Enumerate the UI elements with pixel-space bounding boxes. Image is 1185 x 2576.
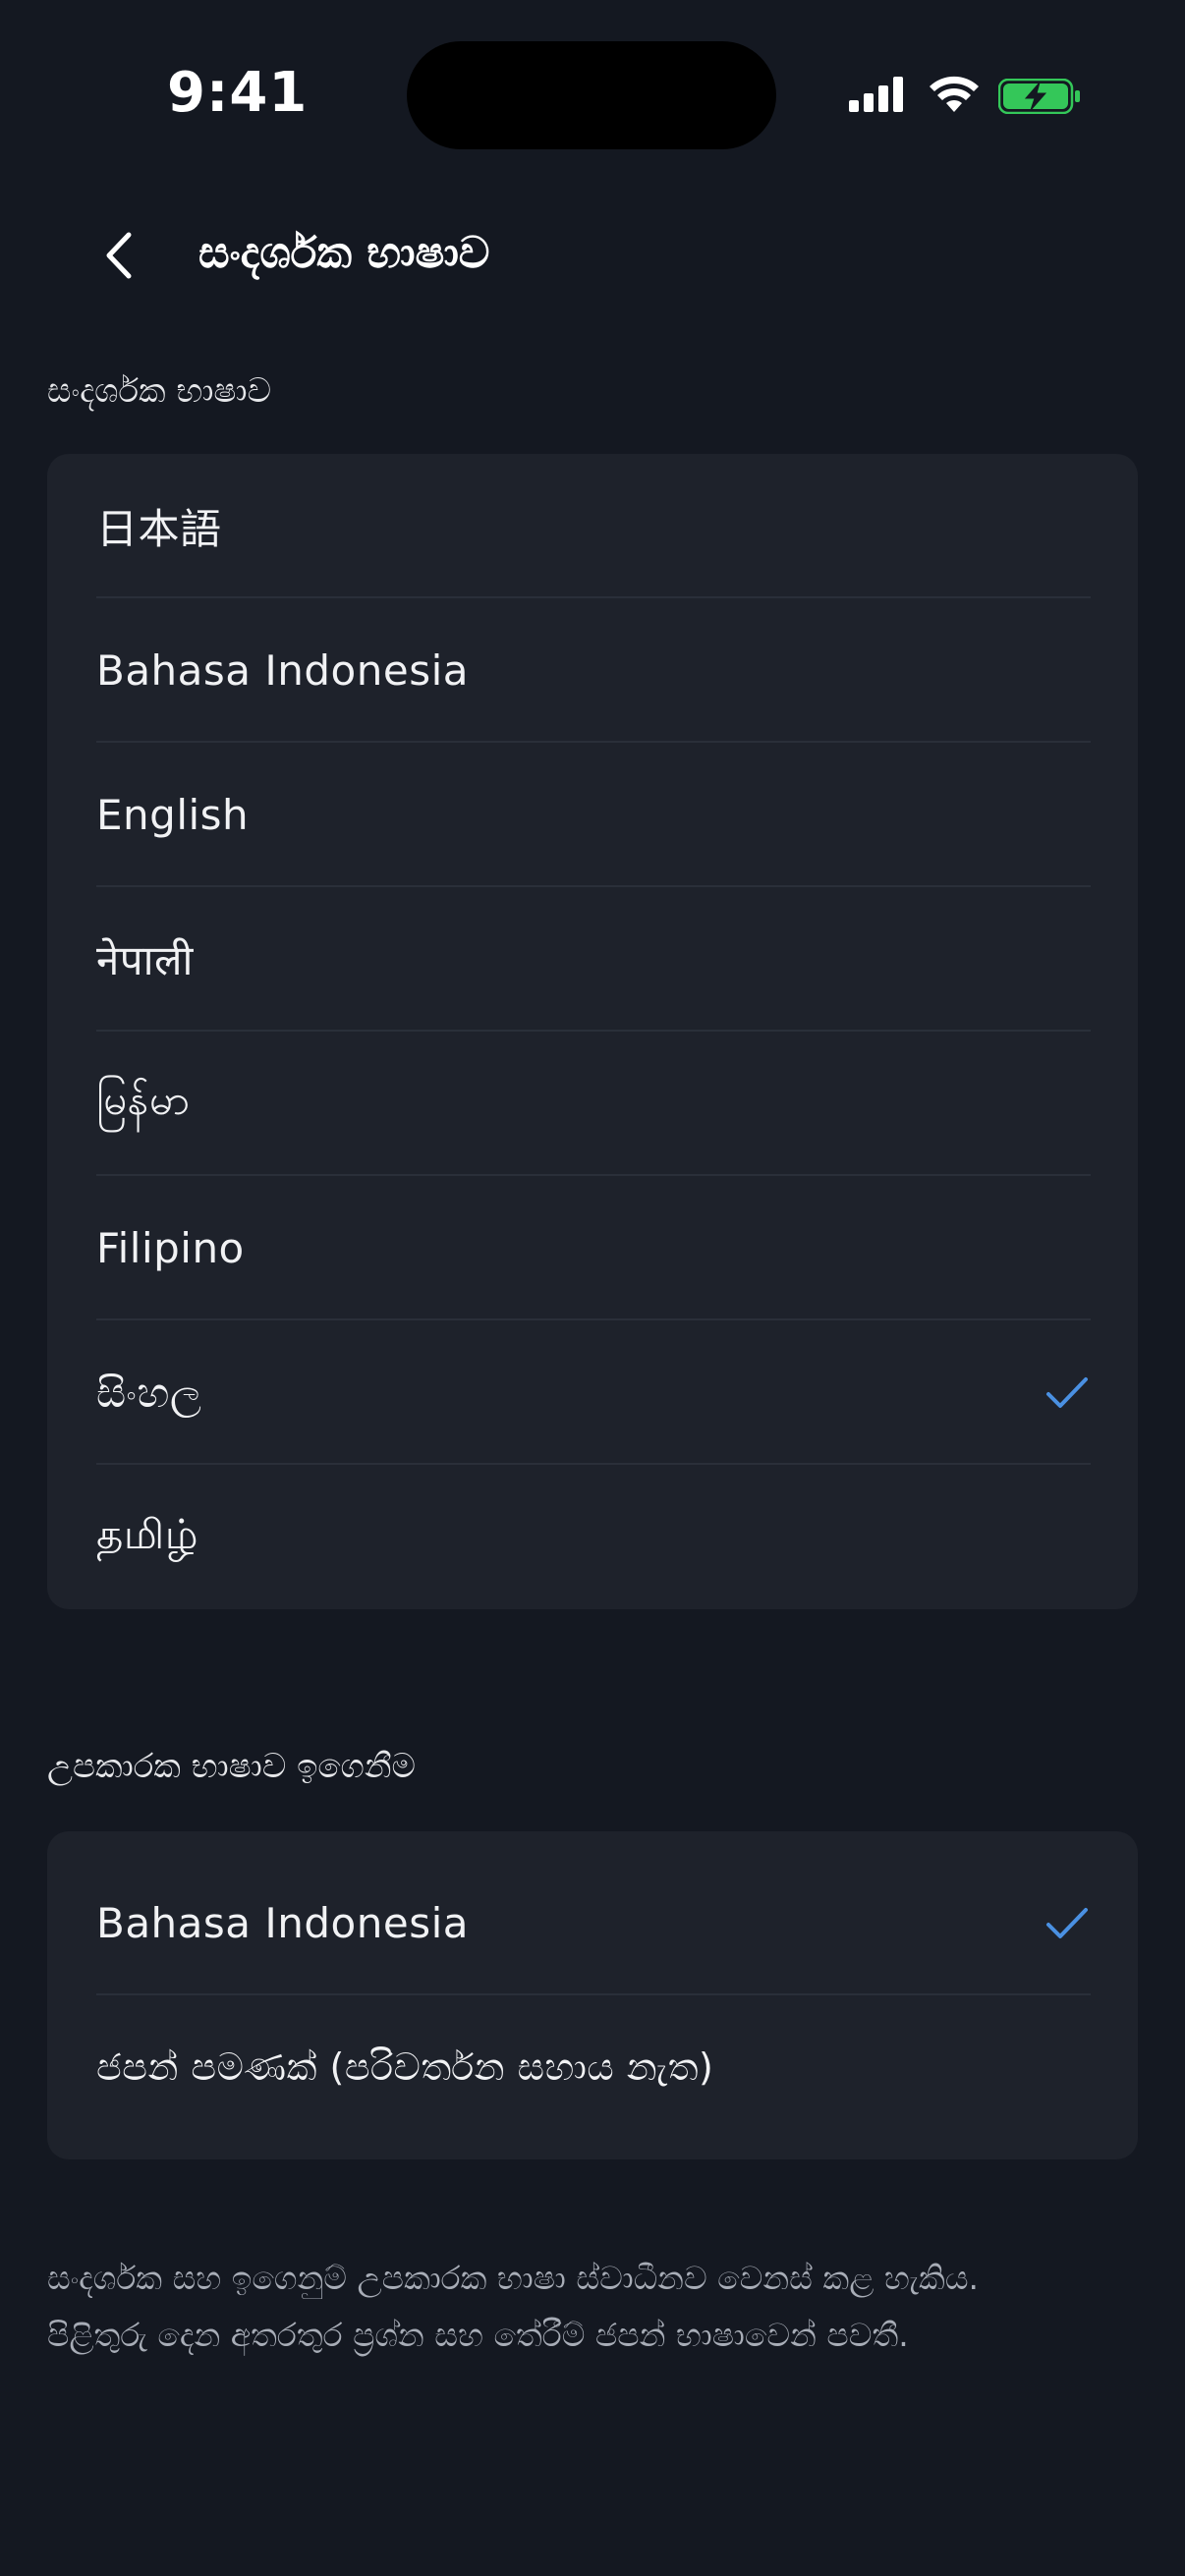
wifi-icon	[930, 76, 979, 112]
language-label: नेपाली	[96, 936, 194, 984]
language-option-sinhala[interactable]: සිංහල	[47, 1320, 1138, 1465]
dynamic-island	[407, 41, 776, 149]
support-language-header: උපකාරක භාෂාව ඉගෙනීම	[47, 1747, 416, 1786]
language-label: မြန်မာ	[96, 1075, 191, 1124]
language-option-tamil[interactable]: தமிழ்	[47, 1465, 1138, 1609]
checkmark-icon	[1046, 1907, 1088, 1938]
page-title: සංදර්ශක භාෂාව	[198, 228, 490, 278]
support-language-label: ජපන් පමණක් (පරිවර්තන සහාය නැත)	[96, 2045, 714, 2089]
footer-note-line-2: පිළිතුරු දෙන අතරතුර ප්‍රශ්න සහ තේරීම් ජප…	[47, 2316, 909, 2354]
support-option-japanese-only[interactable]: ජපන් පමණක් (පරිවර්තන සහාය නැත)	[47, 1995, 1138, 2140]
language-label: English	[96, 791, 250, 839]
status-time: 9:41	[167, 61, 309, 125]
checkmark-icon	[1046, 1376, 1088, 1408]
language-option-nepali[interactable]: नेपाली	[47, 887, 1138, 1032]
back-button[interactable]	[79, 216, 157, 295]
language-label: සිංහල	[96, 1368, 202, 1417]
footer-note-line-1: සංදර්ශක සහ ඉගෙනුම් උපකාරක භාෂා ස්වාධීනව …	[47, 2259, 980, 2297]
battery-charging-icon	[998, 79, 1080, 114]
support-language-label: Bahasa Indonesia	[96, 1899, 469, 1947]
status-icons	[849, 71, 1085, 120]
display-language-list: 日本語 Bahasa Indonesia English नेपाली မြန်…	[47, 454, 1138, 1609]
cellular-signal-icon	[849, 77, 903, 112]
display-language-header: සංදර්ශක භාෂාව	[47, 371, 272, 411]
chevron-left-icon	[106, 232, 132, 279]
language-option-indonesian[interactable]: Bahasa Indonesia	[47, 598, 1138, 743]
language-label: Bahasa Indonesia	[96, 646, 469, 695]
support-language-list: Bahasa Indonesia ජපන් පමණක් (පරිවර්තන සහ…	[47, 1831, 1138, 2159]
nav-bar: සංදර්ශක භාෂාව	[0, 206, 1185, 305]
status-bar: 9:41	[0, 0, 1185, 187]
language-label: Filipino	[96, 1224, 245, 1272]
support-option-indonesian[interactable]: Bahasa Indonesia	[47, 1851, 1138, 1995]
language-label: 日本語	[96, 505, 222, 553]
language-label: தமிழ்	[96, 1510, 198, 1558]
language-option-burmese[interactable]: မြန်မာ	[47, 1032, 1138, 1176]
language-option-english[interactable]: English	[47, 743, 1138, 887]
language-option-japanese[interactable]: 日本語	[47, 454, 1138, 598]
footer-note: සංදර්ශක සහ ඉගෙනුම් උපකාරක භාෂා ස්වාධීනව …	[47, 2250, 1138, 2364]
language-option-filipino[interactable]: Filipino	[47, 1176, 1138, 1320]
